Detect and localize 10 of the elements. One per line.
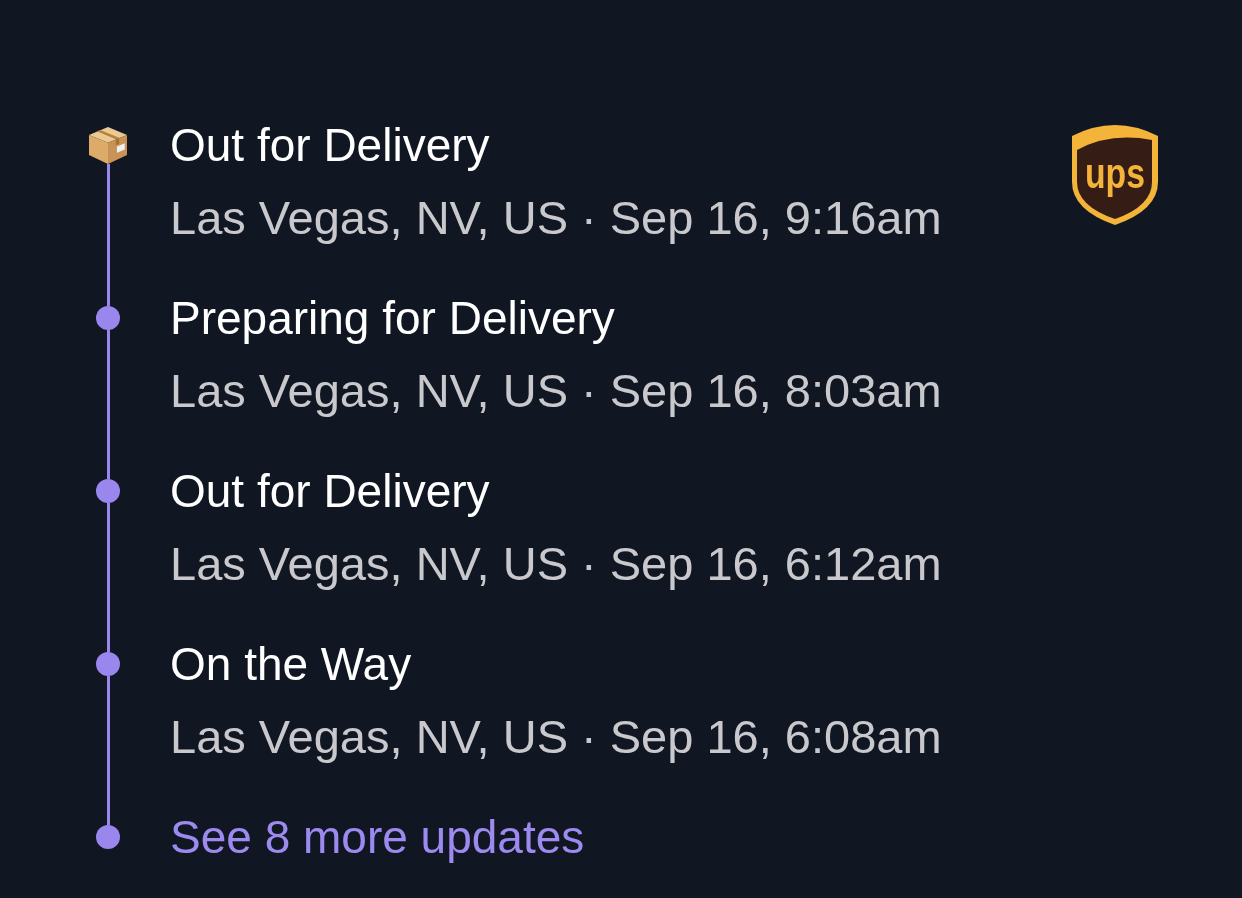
event-title: Out for Delivery xyxy=(170,118,490,173)
event-detail: Las Vegas, NV, US · Sep 16, 9:16am xyxy=(170,190,942,246)
more-updates-link[interactable]: See 8 more updates xyxy=(170,801,585,873)
event-detail: Las Vegas, NV, US · Sep 16, 8:03am xyxy=(170,363,942,419)
event-title: Out for Delivery xyxy=(170,464,490,519)
event-title: Preparing for Delivery xyxy=(170,291,615,346)
event-detail: Las Vegas, NV, US · Sep 16, 6:08am xyxy=(170,709,942,765)
package-icon xyxy=(89,126,127,164)
event-title: On the Way xyxy=(170,637,412,692)
event-detail: Las Vegas, NV, US · Sep 16, 6:12am xyxy=(170,536,942,592)
